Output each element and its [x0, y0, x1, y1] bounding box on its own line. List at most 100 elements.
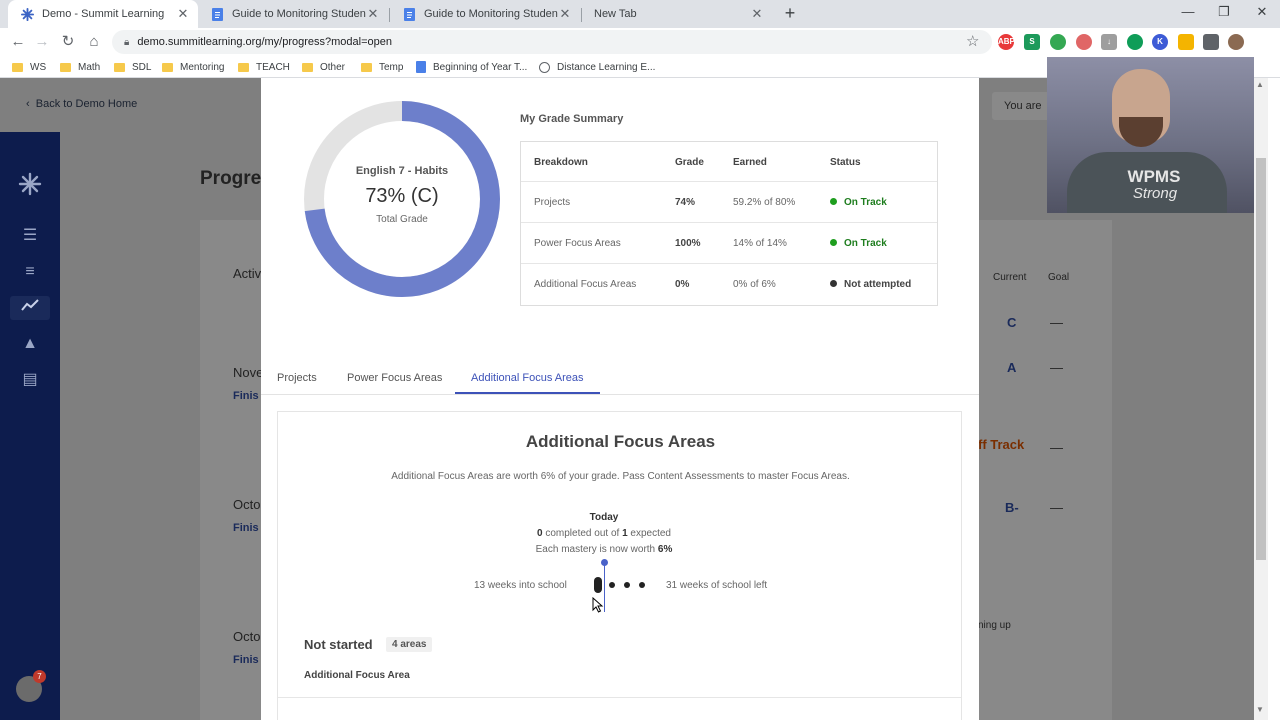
- forward-arrow-icon[interactable]: →: [32, 32, 52, 52]
- k-extension-icon[interactable]: K: [1152, 34, 1168, 50]
- folder-icon: [302, 62, 313, 72]
- s-extension-icon[interactable]: S: [1024, 34, 1040, 50]
- not-started-heading: Not started: [304, 637, 373, 652]
- window-close-button[interactable]: ✕: [1252, 4, 1272, 22]
- bg-label: Octo: [233, 629, 261, 644]
- bookmark-label: TEACH: [256, 61, 290, 73]
- divider: [278, 697, 961, 698]
- weeks-left: 31 weeks of school left: [666, 580, 768, 591]
- profile-avatar[interactable]: [1228, 34, 1244, 50]
- close-icon[interactable]: ✕: [558, 6, 572, 22]
- green-dot-extension-icon[interactable]: [1127, 34, 1143, 50]
- webcam-shirt-text: WPMS: [1127, 167, 1181, 186]
- dashboard-icon[interactable]: ☰: [18, 224, 42, 248]
- expected-suffix: expected: [630, 528, 671, 539]
- status-cell: On Track: [830, 197, 887, 208]
- mouse-cursor-icon: [592, 597, 604, 613]
- new-tab-button[interactable]: +: [780, 3, 800, 23]
- section-description: Additional Focus Areas are worth 6% of y…: [391, 471, 850, 482]
- book-icon[interactable]: ▤: [18, 368, 42, 392]
- bg-off-track: ff Track: [978, 437, 1025, 452]
- earned-cell: 14% of 14%: [733, 238, 787, 249]
- mastery-value: 6%: [657, 544, 673, 555]
- bookmark-folder[interactable]: TEACH: [238, 59, 290, 75]
- list-icon[interactable]: ≡: [18, 260, 42, 284]
- today-marker-line: [604, 562, 605, 612]
- bookmark-folder[interactable]: Other: [302, 59, 345, 75]
- total-grade-caption: Total Grade: [376, 214, 428, 225]
- timeline-dot: [624, 582, 630, 588]
- scroll-down-arrow-icon[interactable]: ▼: [1256, 705, 1264, 714]
- back-to-home-link[interactable]: ‹ Back to Demo Home: [26, 98, 137, 110]
- mastery-line: Each mastery is now worth 6%: [504, 542, 704, 558]
- header-breakdown: Breakdown: [534, 157, 588, 168]
- scrollbar-thumb[interactable]: [1256, 158, 1266, 560]
- bookmark-label: Other: [320, 61, 346, 73]
- bookmark-folder[interactable]: Mentoring: [162, 59, 224, 75]
- grade-cell: 0%: [675, 279, 690, 290]
- areas-count-badge: 4 areas: [386, 637, 433, 652]
- bookmark-folder[interactable]: SDL: [114, 59, 151, 75]
- graduation-cap-icon[interactable]: ▲: [18, 332, 42, 356]
- grade-cell: 100%: [675, 238, 701, 249]
- restore-button[interactable]: ❐: [1214, 4, 1234, 22]
- tab-projects[interactable]: Projects: [277, 372, 317, 392]
- browser-tab[interactable]: New Tab ✕: [582, 0, 772, 28]
- globe-icon: [539, 61, 550, 73]
- bookmark-doc[interactable]: Beginning of Year T...: [416, 59, 527, 75]
- tab-title: Demo - Summit Learning: [42, 8, 165, 20]
- mastery-prefix: Each mastery is now worth: [535, 544, 656, 555]
- address-bar[interactable]: 🔒︎ demo.summitlearning.org/my/progress?m…: [112, 30, 992, 54]
- table-row: Additional Focus Areas 0% 0% of 6% Not a…: [521, 264, 937, 305]
- grade-summary-table: Breakdown Grade Earned Status Projects 7…: [520, 141, 938, 306]
- bg-grade: C: [1007, 315, 1017, 330]
- red-extension-icon[interactable]: [1076, 34, 1092, 50]
- adblock-extension-icon[interactable]: ABP: [998, 34, 1015, 50]
- google-docs-icon: [402, 7, 416, 21]
- download-extension-icon[interactable]: ↓: [1101, 34, 1117, 50]
- scroll-up-arrow-icon[interactable]: ▲: [1256, 80, 1264, 89]
- focus-area-column-header: Additional Focus Area: [304, 670, 410, 681]
- close-icon[interactable]: ✕: [176, 6, 190, 22]
- green-extension-icon[interactable]: [1050, 34, 1066, 50]
- browser-toolbar: ← → ↻ ⌂ 🔒︎ demo.summitlearning.org/my/pr…: [0, 28, 1280, 56]
- bookmark-link[interactable]: Distance Learning E...: [539, 59, 655, 75]
- expected-count: 1: [622, 528, 628, 539]
- bg-goal-dash: —: [1050, 500, 1063, 515]
- tab-power-focus-areas[interactable]: Power Focus Areas: [347, 372, 442, 392]
- breakdown-cell: Additional Focus Areas: [534, 279, 637, 290]
- browser-tab[interactable]: Guide to Monitoring Student Pro ✕: [390, 0, 580, 28]
- completed-mid: completed out of: [545, 528, 620, 539]
- back-arrow-icon[interactable]: ←: [8, 32, 28, 52]
- completed-count: 0: [537, 528, 543, 539]
- bg-link: Finis: [233, 522, 259, 534]
- close-icon[interactable]: ✕: [366, 6, 380, 22]
- bookmark-label: SDL: [132, 61, 152, 73]
- browser-tab[interactable]: Guide to Monitoring Student Pro ✕: [198, 0, 388, 28]
- bookmark-label: Math: [78, 61, 101, 73]
- puzzle-extensions-icon[interactable]: [1203, 34, 1219, 50]
- folder-icon: [162, 62, 173, 72]
- home-icon[interactable]: ⌂: [84, 32, 104, 52]
- tab-title: Guide to Monitoring Student Pro: [232, 8, 366, 20]
- browser-tab[interactable]: Demo - Summit Learning ✕: [8, 0, 198, 28]
- bg-col-goal: Goal: [1048, 272, 1070, 283]
- bookmark-star-icon[interactable]: ☆: [966, 32, 979, 50]
- bg-goal-dash: —: [1050, 315, 1063, 330]
- minimize-button[interactable]: —: [1178, 4, 1198, 22]
- bookmark-folder[interactable]: WS: [12, 59, 46, 75]
- bg-label: Activ: [233, 266, 262, 281]
- summit-asterisk-icon: [20, 7, 34, 21]
- tab-additional-focus-areas[interactable]: Additional Focus Areas: [455, 372, 600, 394]
- table-row: Projects 74% 59.2% of 80% On Track: [521, 182, 937, 223]
- summit-logo-icon[interactable]: [18, 172, 42, 196]
- close-icon[interactable]: ✕: [750, 6, 764, 22]
- earned-cell: 0% of 6%: [733, 279, 776, 290]
- folder-icon: [60, 62, 71, 72]
- pencil-extension-icon[interactable]: [1178, 34, 1194, 50]
- reload-icon[interactable]: ↻: [58, 32, 78, 52]
- status-dot: [830, 239, 837, 246]
- progress-chart-icon[interactable]: [10, 296, 50, 320]
- bookmark-folder[interactable]: Math: [60, 59, 100, 75]
- bookmark-folder[interactable]: Temp: [361, 59, 403, 75]
